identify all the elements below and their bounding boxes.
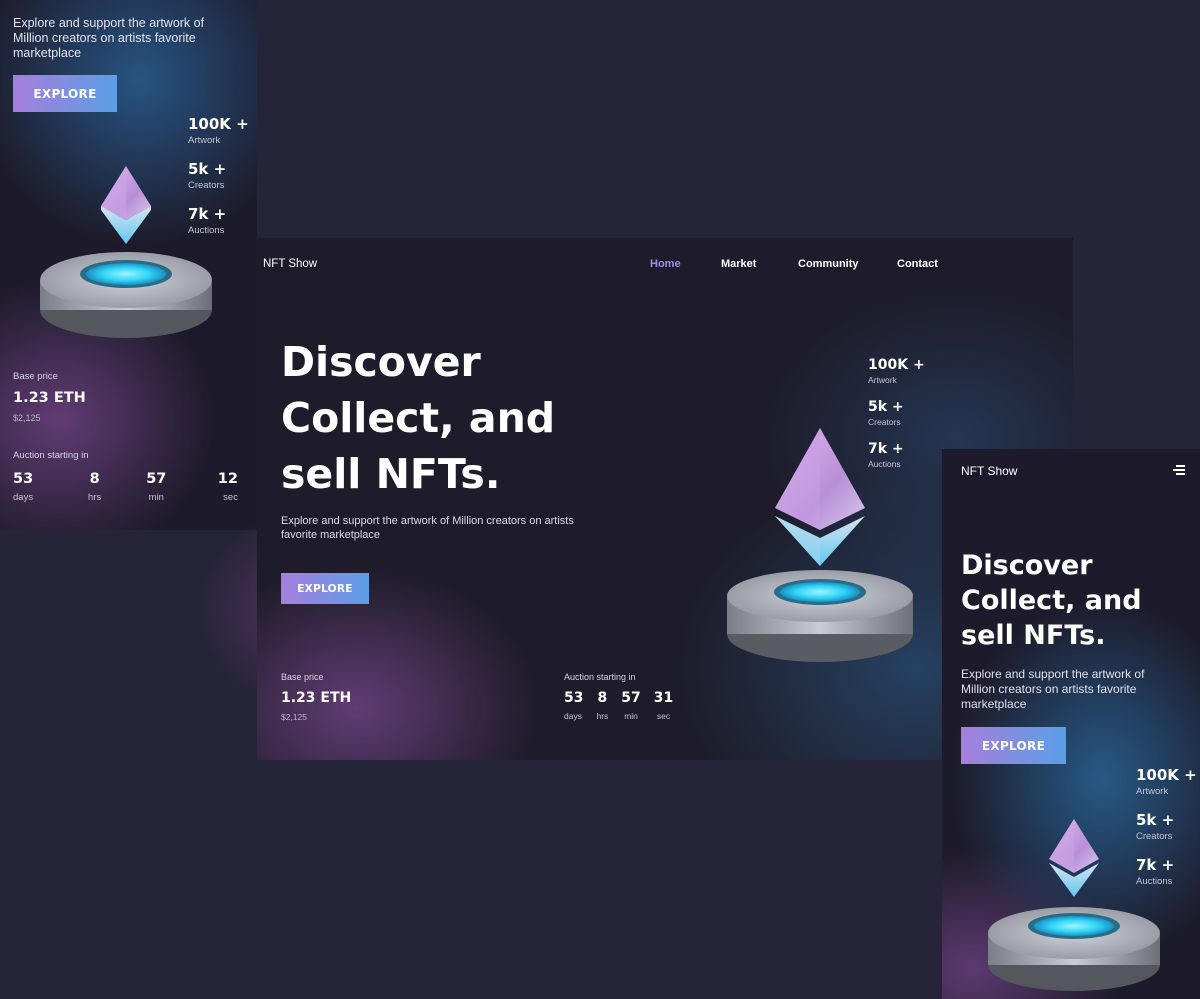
countdown-seconds: 12 sec: [217, 471, 238, 503]
nav-contact[interactable]: Contact: [897, 258, 938, 270]
auction-label: Auction starting in: [564, 672, 636, 682]
countdown-hours: 8 hrs: [596, 690, 609, 721]
hero-title-highlight: Discover: [281, 335, 481, 389]
stat-value-artwork: 100K +: [1136, 766, 1197, 784]
base-price-eth: 1.23 ETH: [13, 390, 86, 406]
mobile-preview-right: NFT Show Discover Collect, and sell NFTs…: [942, 449, 1200, 999]
stat-value-artwork: 100K +: [868, 357, 925, 373]
hero-title-highlight: Discover: [961, 550, 1093, 581]
countdown-days: 53 days: [13, 471, 34, 503]
menu-icon[interactable]: [1173, 464, 1185, 476]
explore-button[interactable]: EXPLORE: [281, 573, 369, 604]
explore-button[interactable]: EXPLORE: [961, 727, 1066, 764]
base-price-eth: 1.23 ETH: [281, 690, 352, 706]
hero-title-line3: sell NFTs.: [961, 620, 1106, 651]
stat-label-artwork: Artwork: [868, 375, 897, 385]
auction-label: Auction starting in: [13, 450, 89, 461]
ethereum-pedestal-icon: [40, 166, 212, 338]
countdown-seconds: 31 sec: [653, 690, 674, 721]
hero-description: Explore and support the artwork of Milli…: [281, 515, 574, 541]
nav-market[interactable]: Market: [721, 258, 756, 270]
nav-community[interactable]: Community: [798, 258, 859, 270]
countdown-days: 53 days: [564, 690, 584, 721]
mobile-preview-left: Explore and support the artwork of Milli…: [0, 0, 257, 530]
stat-label-artwork: Artwork: [188, 135, 221, 146]
base-price-label: Base price: [13, 371, 58, 382]
countdown-minutes: 57 min: [146, 471, 167, 503]
ethereum-pedestal-icon: [988, 819, 1160, 991]
brand-logo[interactable]: NFT Show: [961, 464, 1017, 478]
countdown-hours: 8 hrs: [88, 471, 102, 503]
base-price-usd: $2,125: [13, 413, 41, 423]
hero-description: Explore and support the artwork of Milli…: [13, 16, 205, 60]
explore-button[interactable]: EXPLORE: [13, 75, 117, 112]
hero-title-line3: sell NFTs.: [281, 450, 501, 498]
nav-home[interactable]: Home: [650, 258, 681, 270]
countdown: 53 days 8 hrs 57 min 12 sec: [13, 471, 243, 503]
stat-value-creators: 5k +: [868, 399, 904, 415]
hero-title-line2: Collect, and: [281, 394, 556, 442]
countdown-minutes: 57 min: [621, 690, 641, 721]
stat-label-artwork: Artwork: [1136, 786, 1169, 797]
stat-value-artwork: 100K +: [188, 115, 249, 133]
hero-title-line2: Collect, and: [961, 585, 1142, 616]
base-price-label: Base price: [281, 672, 324, 682]
countdown: 53 days 8 hrs 57 min 31 sec: [564, 690, 673, 721]
ethereum-pedestal-icon: [727, 428, 913, 662]
brand-logo[interactable]: NFT Show: [263, 258, 317, 270]
base-price-usd: $2,125: [281, 712, 307, 722]
hero-description: Explore and support the artwork of Milli…: [961, 667, 1145, 711]
